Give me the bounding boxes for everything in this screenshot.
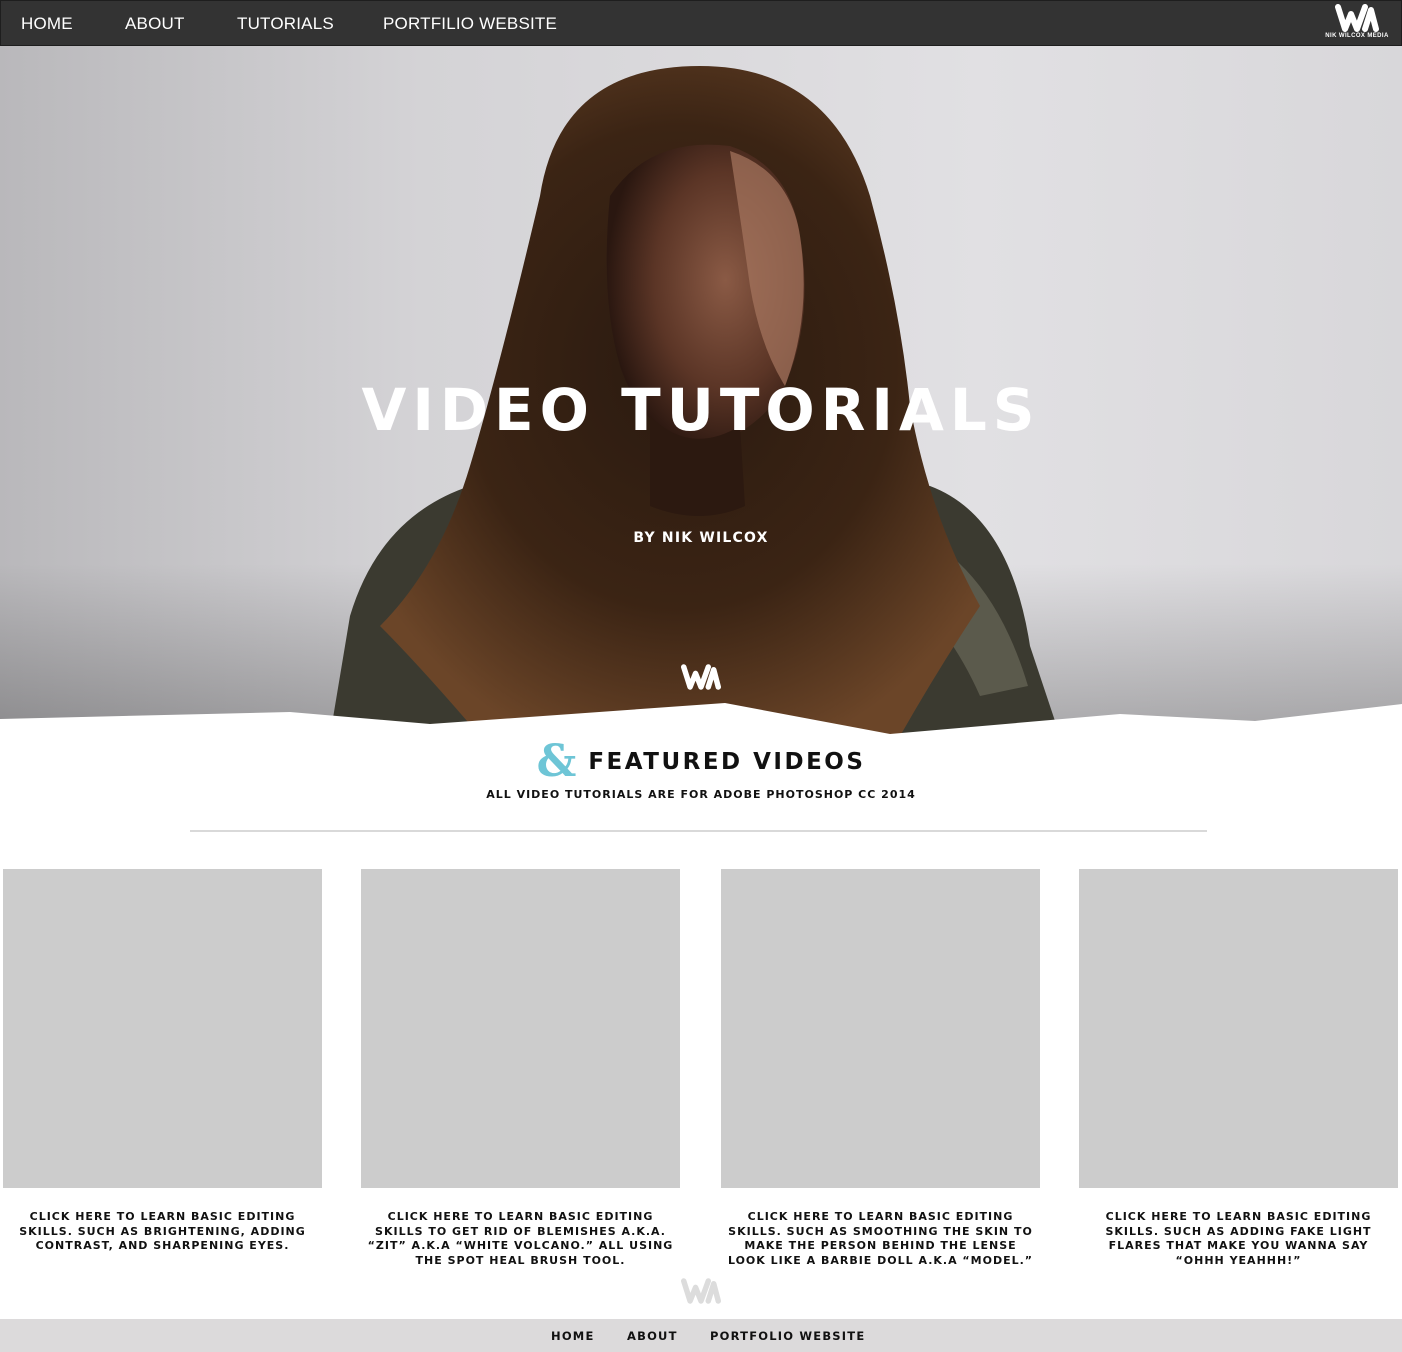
wm-logo-icon — [1335, 4, 1379, 32]
brand-logo[interactable]: NIK WILCOX MEDIA — [1323, 4, 1391, 44]
footer-home-link[interactable]: HOME — [551, 1329, 595, 1343]
footer-about-link[interactable]: ABOUT — [627, 1329, 678, 1343]
footer-portfolio-link[interactable]: PORTFOLIO WEBSITE — [710, 1329, 865, 1343]
video-thumbnail[interactable] — [721, 869, 1040, 1188]
nav-home-link[interactable]: HOME — [21, 14, 73, 34]
video-thumbnail[interactable] — [1079, 869, 1398, 1188]
video-caption-link[interactable]: CLICK HERE TO LEARN BASIC EDITING SKILLS… — [361, 1210, 680, 1268]
nav-tutorials-link[interactable]: TUTORIALS — [237, 14, 334, 34]
video-caption-link[interactable]: CLICK HERE TO LEARN BASIC EDITING SKILLS… — [3, 1210, 322, 1254]
featured-subtitle: ALL VIDEO TUTORIALS ARE FOR ADOBE PHOTOS… — [486, 788, 916, 801]
nav-about-link[interactable]: ABOUT — [125, 14, 185, 34]
torn-edge-divider — [0, 703, 1402, 736]
top-nav: HOME ABOUT TUTORIALS PORTFILIO WEBSITE N… — [0, 0, 1402, 46]
featured-title: FEATURED VIDEOS — [588, 749, 866, 775]
video-caption-link[interactable]: CLICK HERE TO LEARN BASIC EDITING SKILLS… — [1079, 1210, 1398, 1268]
footer-nav: HOME ABOUT PORTFOLIO WEBSITE — [0, 1319, 1402, 1352]
video-card: CLICK HERE TO LEARN BASIC EDITING SKILLS… — [721, 869, 1040, 1268]
nav-portfolio-link[interactable]: PORTFILIO WEBSITE — [383, 14, 557, 34]
video-card: CLICK HERE TO LEARN BASIC EDITING SKILLS… — [3, 869, 322, 1254]
video-thumbnail[interactable] — [361, 869, 680, 1188]
wm-logo-icon — [681, 1278, 721, 1304]
ampersand-mark: & — [536, 736, 577, 787]
video-caption-link[interactable]: CLICK HERE TO LEARN BASIC EDITING SKILLS… — [721, 1210, 1040, 1268]
section-divider — [190, 830, 1207, 832]
brand-label: NIK WILCOX MEDIA — [1325, 33, 1389, 39]
featured-title-row: & FEATURED VIDEOS — [537, 740, 866, 784]
featured-header: & FEATURED VIDEOS ALL VIDEO TUTORIALS AR… — [0, 740, 1402, 802]
video-card: CLICK HERE TO LEARN BASIC EDITING SKILLS… — [1079, 869, 1398, 1268]
video-card: CLICK HERE TO LEARN BASIC EDITING SKILLS… — [361, 869, 680, 1268]
video-thumbnail[interactable] — [3, 869, 322, 1188]
hero-section: VIDEO TUTORIALS BY NIK WILCOX — [0, 46, 1402, 736]
